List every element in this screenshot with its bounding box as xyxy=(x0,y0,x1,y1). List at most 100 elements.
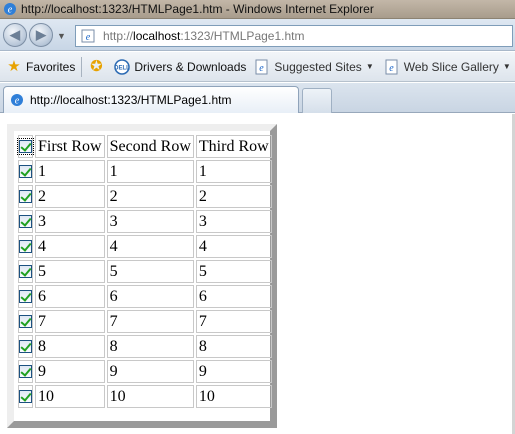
row-checkbox[interactable] xyxy=(19,240,32,254)
ie-page-icon: e xyxy=(255,59,268,74)
favorite-label: Suggested Sites xyxy=(274,59,362,74)
page-content: First Row Second Row Third Row 111222333… xyxy=(0,114,515,434)
table-cell: 1 xyxy=(35,160,105,183)
address-bar[interactable]: e http://localhost:1323/HTMLPage1.htm xyxy=(75,25,513,47)
favorite-label: Drivers & Downloads xyxy=(134,59,247,74)
row-checkbox[interactable] xyxy=(19,265,32,279)
table-header-row: First Row Second Row Third Row xyxy=(17,135,272,158)
table-cell: 9 xyxy=(35,360,105,383)
tab-strip: e http://localhost:1323/HTMLPage1.htm xyxy=(0,83,515,113)
row-checkbox-cell xyxy=(18,310,33,333)
row-checkbox[interactable] xyxy=(19,365,32,379)
svg-text:e: e xyxy=(260,63,265,74)
table-row: 333 xyxy=(18,210,272,233)
favorites-label: Favorites xyxy=(26,59,76,74)
row-checkbox[interactable] xyxy=(19,190,32,204)
table-row: 888 xyxy=(18,335,272,358)
row-checkbox[interactable] xyxy=(19,390,32,404)
row-checkbox-cell xyxy=(18,335,33,358)
navigation-bar: ◀ ▶ ▼ e http://localhost:1323/HTMLPage1.… xyxy=(0,19,515,51)
url-rest: :1323/HTMLPage1.htm xyxy=(180,29,305,43)
add-to-favorites-bar-button[interactable]: ✪ xyxy=(88,57,108,75)
ie-logo-icon: e xyxy=(11,94,23,107)
table-row: 999 xyxy=(18,360,272,383)
row-checkbox-cell xyxy=(18,235,33,258)
table-cell: 10 xyxy=(106,385,194,408)
favorite-label: Web Slice Gallery xyxy=(403,59,499,74)
chevron-down-icon[interactable]: ▼ xyxy=(366,62,374,71)
star-icon: ★ xyxy=(7,57,21,75)
table-cell: 10 xyxy=(195,385,272,408)
tab-active[interactable]: e http://localhost:1323/HTMLPage1.htm xyxy=(3,86,299,113)
select-all-cell xyxy=(17,135,34,158)
table-cell: 7 xyxy=(35,310,105,333)
table-row: 444 xyxy=(18,235,272,258)
table-cell: 7 xyxy=(195,310,272,333)
url-prefix: http:// xyxy=(103,29,134,43)
table-cell: 5 xyxy=(35,260,105,283)
window-titlebar: e http://localhost:1323/HTMLPage1.htm - … xyxy=(0,0,515,19)
table-cell: 4 xyxy=(106,235,194,258)
header-cell: Third Row xyxy=(195,135,272,158)
table-cell: 2 xyxy=(35,185,105,208)
add-favorite-icon: ✪ xyxy=(90,57,103,75)
table-cell: 9 xyxy=(106,360,194,383)
forward-arrow-icon: ▶ xyxy=(36,27,46,42)
row-checkbox[interactable] xyxy=(19,290,32,304)
table-cell: 4 xyxy=(35,235,105,258)
header-cell: First Row xyxy=(35,135,105,158)
separator xyxy=(81,56,83,77)
table-row: 777 xyxy=(18,310,272,333)
table-row: 666 xyxy=(18,285,272,308)
table-cell: 3 xyxy=(106,210,194,233)
row-checkbox-cell xyxy=(18,185,33,208)
favorites-button[interactable]: ★ Favorites xyxy=(6,57,76,75)
table-cell: 8 xyxy=(35,335,105,358)
row-checkbox-cell xyxy=(18,285,33,308)
table-row: 111 xyxy=(18,160,272,183)
row-checkbox[interactable] xyxy=(19,315,32,329)
favorites-bar: ★ Favorites ✪ DELL Drivers & Downloads e… xyxy=(0,52,515,82)
table-cell: 10 xyxy=(35,385,105,408)
table-cell: 2 xyxy=(195,185,272,208)
table-cell: 5 xyxy=(106,260,194,283)
svg-text:e: e xyxy=(389,63,394,74)
svg-text:DELL: DELL xyxy=(115,65,131,71)
forward-button[interactable]: ▶ xyxy=(29,23,53,47)
row-checkbox[interactable] xyxy=(19,165,32,179)
favorite-suggested-sites[interactable]: e Suggested Sites ▼ xyxy=(254,59,374,75)
table-frame: First Row Second Row Third Row 111222333… xyxy=(7,124,277,428)
favorite-drivers-downloads[interactable]: DELL Drivers & Downloads xyxy=(114,58,247,75)
select-all-checkbox[interactable] xyxy=(17,138,34,156)
new-tab-button[interactable] xyxy=(302,88,332,113)
tab-label: http://localhost:1323/HTMLPage1.htm xyxy=(30,93,232,107)
row-checkbox[interactable] xyxy=(19,215,32,229)
table-cell: 1 xyxy=(106,160,194,183)
row-checkbox[interactable] xyxy=(19,340,32,354)
favorite-web-slice-gallery[interactable]: e Web Slice Gallery ▼ xyxy=(384,59,511,75)
table-cell: 3 xyxy=(195,210,272,233)
row-checkbox-cell xyxy=(18,210,33,233)
svg-text:e: e xyxy=(8,5,13,16)
table-cell: 1 xyxy=(195,160,272,183)
table-cell: 6 xyxy=(35,285,105,308)
chevron-down-icon[interactable]: ▼ xyxy=(503,62,511,71)
table-row: 222 xyxy=(18,185,272,208)
table-cell: 9 xyxy=(195,360,272,383)
svg-text:e: e xyxy=(86,32,91,43)
table-cell: 5 xyxy=(195,260,272,283)
window-title: http://localhost:1323/HTMLPage1.htm - Wi… xyxy=(21,2,374,16)
table-cell: 8 xyxy=(106,335,194,358)
table-cell: 6 xyxy=(195,285,272,308)
back-button[interactable]: ◀ xyxy=(3,23,27,47)
address-url[interactable]: http://localhost:1323/HTMLPage1.htm xyxy=(103,29,304,43)
table-row: 555 xyxy=(18,260,272,283)
svg-text:e: e xyxy=(15,96,20,107)
header-cell: Second Row xyxy=(106,135,194,158)
table-row: 10 10 10 xyxy=(18,385,272,408)
row-checkbox-cell xyxy=(18,160,33,183)
recent-pages-dropdown-icon[interactable]: ▼ xyxy=(57,31,66,41)
ie-logo-icon: e xyxy=(4,3,16,16)
table-cell: 6 xyxy=(106,285,194,308)
dell-icon: DELL xyxy=(115,58,131,75)
